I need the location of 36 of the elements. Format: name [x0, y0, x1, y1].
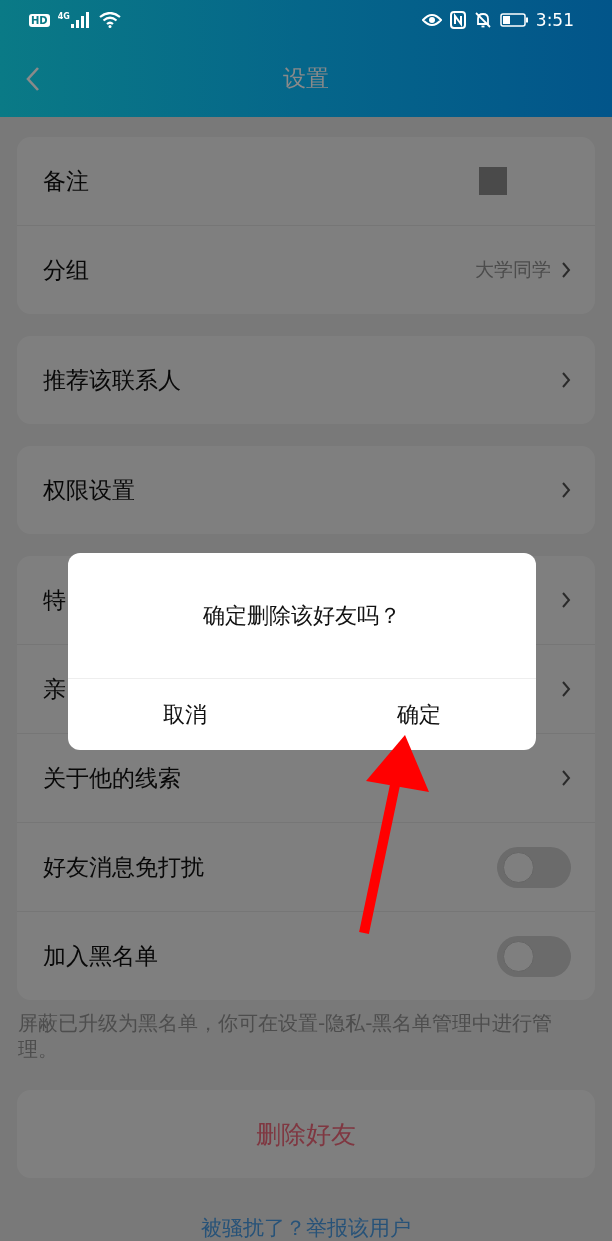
nfc-icon: [449, 11, 466, 29]
toggle-switch[interactable]: [497, 846, 571, 888]
settings-row[interactable]: 备注: [17, 137, 595, 226]
settings-row[interactable]: 加入黑名单: [17, 912, 595, 1000]
row-label: 特: [43, 585, 66, 615]
battery-icon: [499, 13, 528, 27]
bell-off-icon: [473, 11, 492, 29]
hd-badge: HD: [29, 13, 50, 27]
chevron-icon: [561, 261, 571, 279]
page-title: 设置: [283, 64, 329, 93]
settings-row[interactable]: 好友消息免打扰: [17, 823, 595, 912]
chevron-icon: [561, 680, 571, 698]
chevron-icon: [561, 481, 571, 499]
row-label: 备注: [43, 166, 89, 196]
row-label: 推荐该联系人: [43, 365, 181, 395]
redacted-square: [479, 167, 507, 195]
chevron-icon: [561, 769, 571, 787]
row-label: 加入黑名单: [43, 941, 158, 971]
wifi-icon: [98, 12, 121, 28]
row-label: 分组: [43, 255, 89, 285]
row-label: 好友消息免打扰: [43, 852, 204, 882]
row-label: 权限设置: [43, 475, 135, 505]
row-label: 亲: [43, 674, 66, 704]
settings-row[interactable]: 推荐该联系人: [17, 336, 595, 424]
chevron-icon: [561, 591, 571, 609]
back-button[interactable]: [26, 65, 40, 92]
back-icon: [26, 65, 40, 92]
chevron-icon: [561, 371, 571, 389]
eye-icon: [421, 13, 442, 27]
row-label: 关于他的线索: [43, 763, 181, 793]
settings-row[interactable]: 权限设置: [17, 446, 595, 534]
toggle-switch[interactable]: [497, 935, 571, 977]
status-time: 3:51: [535, 10, 574, 30]
signal-icon: [70, 12, 91, 28]
network-label: 4G: [57, 12, 70, 21]
dialog-message: 确定删除该好友吗？: [68, 553, 536, 679]
